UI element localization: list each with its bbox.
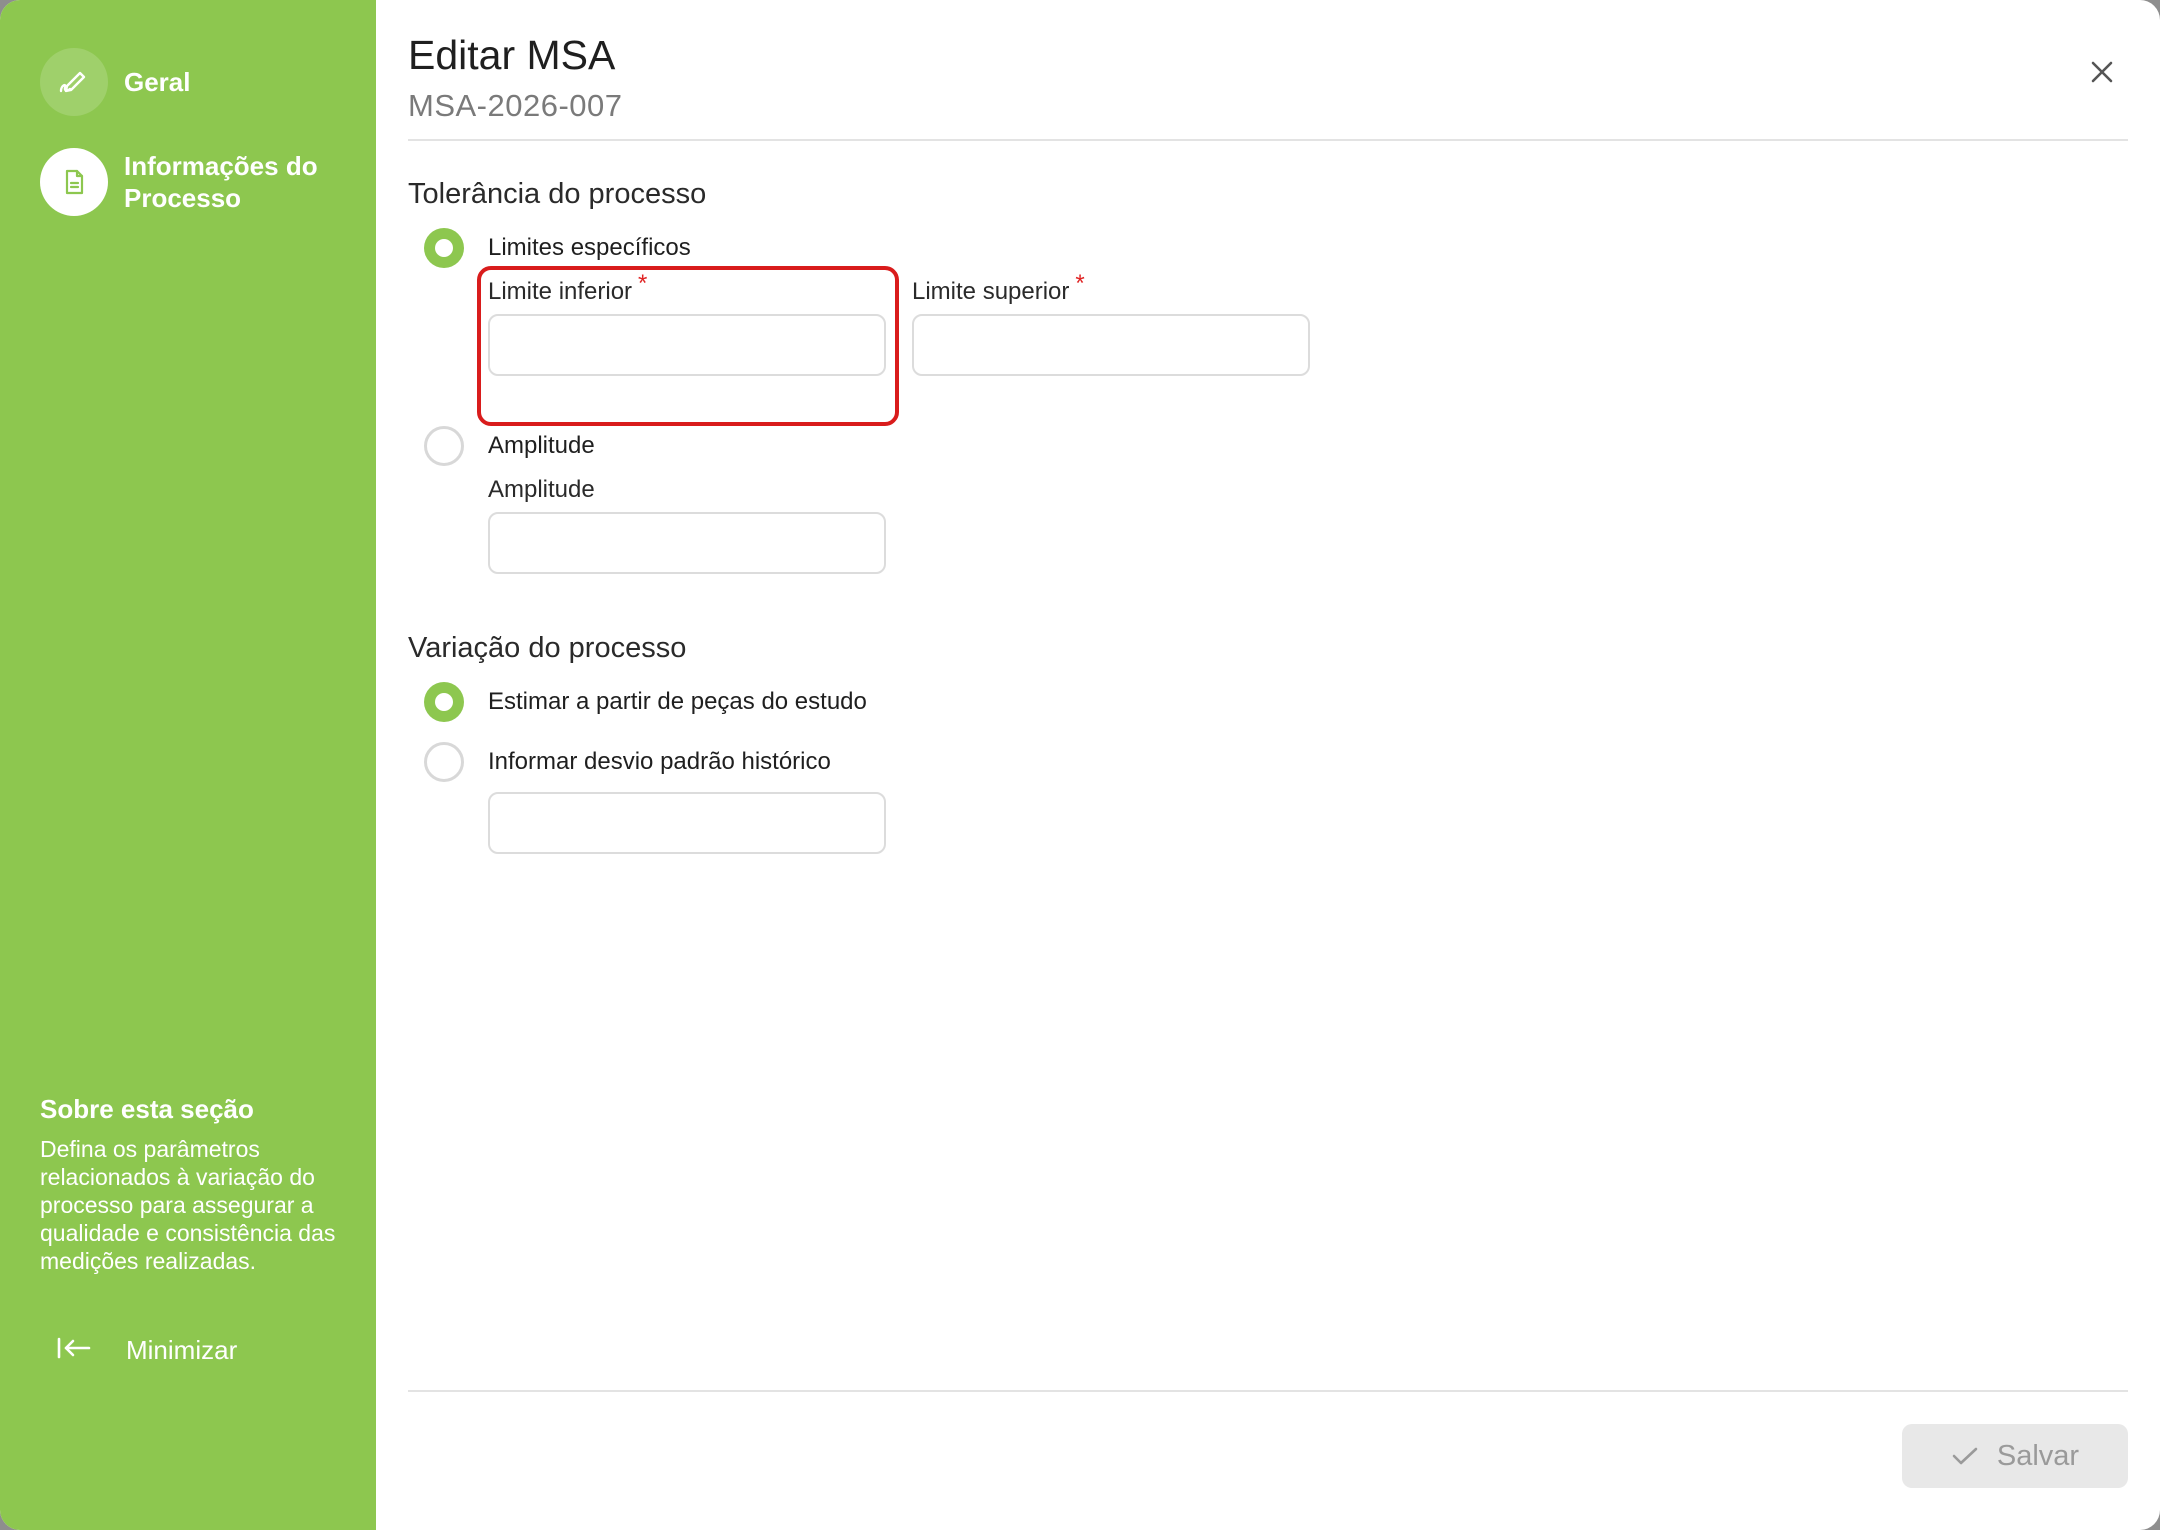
upper-limit-label: Limite superior * [912,270,1085,306]
footer-divider [408,1390,2128,1392]
radio-estimar[interactable] [424,682,464,722]
validation-highlight [477,266,899,426]
radio-label-desvio[interactable]: Informar desvio padrão histórico [488,748,831,776]
about-text: Defina os parâmetros relacionados à vari… [40,1136,336,1274]
collapse-left-icon [56,1334,92,1367]
historic-stddev-input[interactable] [488,792,886,854]
sidebar-item-label: Geral [124,67,191,97]
radio-label-amplitude[interactable]: Amplitude [488,432,595,460]
radio-desvio-historico[interactable] [424,742,464,782]
sidebar-item-geral[interactable]: Geral [40,48,191,116]
upper-limit-input[interactable] [912,314,1310,376]
pencil-signature-icon [40,48,108,116]
radio-label-limites[interactable]: Limites específicos [488,234,691,262]
minimize-button[interactable]: Minimizar [56,1334,237,1367]
dialog-title: Editar MSA [408,32,616,78]
radio-limites-especificos[interactable] [424,228,464,268]
header-divider [408,139,2128,141]
radio-amplitude[interactable] [424,426,464,466]
close-button[interactable] [2078,48,2126,96]
save-label: Salvar [1996,1439,2080,1472]
dialog-subtitle: MSA-2026-007 [408,88,623,123]
sidebar: Geral Informações do Processo Sobre esta… [0,0,376,1530]
radio-label-estimar[interactable]: Estimar a partir de peças do estudo [488,688,867,716]
amplitude-label: Amplitude [488,476,595,503]
close-icon [2091,61,2113,83]
required-mark: * [1075,270,1085,297]
sidebar-item-informacoes-processo[interactable]: Informações do Processo [40,148,334,216]
sidebar-item-label: Informações do Processo [124,151,318,213]
check-icon [1952,1447,1978,1465]
about-title: Sobre esta seção [40,1094,254,1124]
minimize-label: Minimizar [126,1335,238,1365]
document-icon [40,148,108,216]
save-button[interactable]: Salvar [1902,1424,2128,1488]
variation-section-title: Variação do processo [408,632,687,664]
edit-msa-dialog: Geral Informações do Processo Sobre esta… [0,0,2160,1530]
tolerance-section-title: Tolerância do processo [408,178,707,210]
about-section: Sobre esta seção Defina os parâmetros re… [40,1094,340,1275]
amplitude-input[interactable] [488,512,886,574]
upper-limit-label-text: Limite superior [912,278,1070,305]
